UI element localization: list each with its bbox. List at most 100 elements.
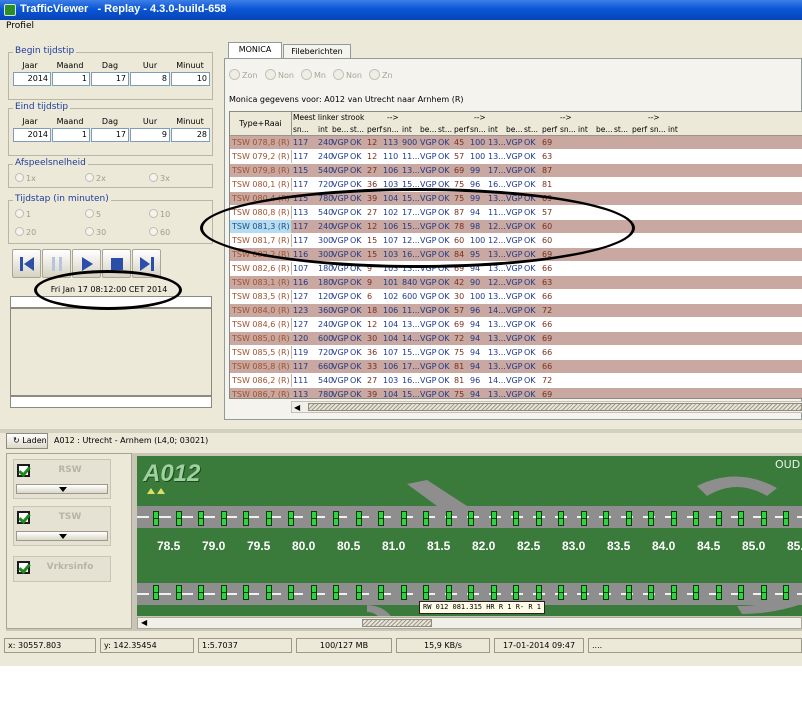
signal-icon[interactable] [468, 592, 474, 600]
tab-fileberichten[interactable]: Fileberichten [283, 44, 351, 58]
column-header[interactable]: perf [454, 125, 469, 134]
signal-icon[interactable] [648, 592, 654, 600]
signal-icon[interactable] [400, 518, 407, 526]
signal-icon[interactable] [490, 518, 497, 526]
begin-hour-input[interactable]: 8 [130, 72, 170, 86]
signal-icon[interactable] [198, 592, 204, 600]
speed-radio-2x[interactable]: 2x [85, 173, 106, 183]
signal-icon[interactable] [738, 592, 744, 600]
layer-tsw[interactable]: TSW [13, 506, 111, 546]
table-row[interactable]: TSW 085,5 (R) 119 720 VGP OK 36 107 15... VGP OK 7… [230, 346, 802, 359]
begin-day-input[interactable]: 17 [91, 72, 129, 86]
table-row[interactable]: TSW 082,6 (R) 107 180 VGP OK 9 103 13... VGP OK 69… [230, 262, 802, 275]
table-row[interactable]: TSW 086,2 (R) 111 540 VGP OK 27 103 16... VGP OK 8… [230, 374, 802, 387]
signal-icon[interactable] [445, 592, 452, 600]
signal-icon[interactable] [693, 518, 699, 526]
column-header[interactable]: perf [542, 125, 557, 134]
signal-icon[interactable] [625, 592, 632, 600]
column-header[interactable]: perf [632, 125, 647, 134]
signal-icon[interactable] [558, 592, 564, 600]
signal-icon[interactable] [715, 592, 722, 600]
column-header[interactable]: sn... [293, 125, 309, 134]
signal-icon[interactable] [760, 518, 767, 526]
column-header[interactable]: st... [614, 125, 628, 134]
signal-icon[interactable] [670, 518, 677, 526]
end-hour-input[interactable]: 9 [130, 128, 170, 142]
step-radio-10[interactable]: 10 [149, 209, 170, 219]
row-id[interactable]: TSW 084,0 (R) [230, 304, 292, 317]
scroll-thumb[interactable] [362, 619, 432, 627]
signal-icon[interactable] [153, 518, 159, 526]
filter-non-1[interactable]: Non [265, 69, 294, 80]
table-row[interactable]: TSW 080,1 (R) 117 720 VGP OK 36 103 15... VGP OK 7… [230, 178, 802, 191]
laden-button[interactable]: ↻ Laden [6, 433, 48, 449]
step-radio-1[interactable]: 1 [15, 209, 31, 219]
scroll-thumb[interactable] [308, 403, 802, 411]
table-row[interactable]: TSW 083,1 (R) 116 180 VGP OK 9 101 840 VGP OK 42 90… [230, 276, 802, 289]
signal-icon[interactable] [693, 592, 699, 600]
signal-icon[interactable] [423, 592, 429, 600]
speed-radio-3x[interactable]: 3x [149, 173, 170, 183]
layer-vrkrsinfo[interactable]: Vrkrsinfo [13, 556, 111, 582]
table-row[interactable]: TSW 080,8 (R) 113 540 VGP OK 27 102 17... VGP OK 8… [230, 206, 802, 219]
scroll-left-icon[interactable]: ◀ [294, 403, 300, 412]
row-id[interactable]: TSW 086,2 (R) [230, 374, 292, 387]
signal-icon[interactable] [648, 518, 654, 526]
signal-icon[interactable] [310, 518, 317, 526]
menu-profiel[interactable]: Profiel [6, 21, 34, 31]
signal-icon[interactable] [625, 518, 632, 526]
layer-rsw[interactable]: RSW [13, 459, 111, 499]
column-header[interactable]: sn... [470, 125, 486, 134]
row-id[interactable]: TSW 086,7 (R) [230, 388, 292, 398]
filter-zn[interactable]: Zn [369, 69, 393, 80]
filter-zon[interactable]: Zon [229, 69, 257, 80]
column-header[interactable]: be... [332, 125, 349, 134]
column-header[interactable]: sn... [560, 125, 576, 134]
tab-monica[interactable]: MONICA [228, 42, 282, 58]
table-row[interactable]: TSW 085,0 (R) 120 600 VGP OK 30 104 14... VGP OK 7… [230, 332, 802, 345]
signal-icon[interactable] [378, 518, 384, 526]
column-header[interactable]: st... [438, 125, 452, 134]
signal-icon[interactable] [603, 518, 609, 526]
type-raai-header[interactable]: Type+Raai [230, 112, 292, 136]
row-id[interactable]: TSW 079,2 (R) [230, 150, 292, 163]
end-month-input[interactable]: 1 [52, 128, 90, 142]
signal-icon[interactable] [175, 592, 182, 600]
step-radio-30[interactable]: 30 [85, 227, 106, 237]
signal-icon[interactable] [535, 518, 542, 526]
signal-icon[interactable] [445, 518, 452, 526]
signal-icon[interactable] [243, 592, 249, 600]
signal-icon[interactable] [220, 592, 227, 600]
table-row[interactable]: TSW 078,8 (R) 117 240 VGP OK 12 113 900 VGP OK 45 1… [230, 136, 802, 149]
row-id[interactable]: TSW 080,8 (R) [230, 206, 292, 219]
row-id[interactable]: TSW 085,8 (R) [230, 360, 292, 373]
speed-radio-1x[interactable]: 1x [15, 173, 36, 183]
signal-icon[interactable] [265, 518, 272, 526]
layer-dropdown[interactable] [16, 531, 108, 541]
signal-icon[interactable] [670, 592, 677, 600]
row-id[interactable]: TSW 078,8 (R) [230, 136, 292, 149]
signal-icon[interactable] [783, 592, 789, 600]
signal-icon[interactable] [490, 592, 497, 600]
table-row[interactable]: TSW 079,2 (R) 117 240 VGP OK 12 110 11... VGP OK 5… [230, 150, 802, 163]
row-id[interactable]: TSW 080,1 (R) [230, 178, 292, 191]
column-header[interactable]: st... [350, 125, 364, 134]
signal-icon[interactable] [783, 518, 789, 526]
pause-button[interactable] [42, 249, 71, 278]
end-minute-input[interactable]: 28 [171, 128, 210, 142]
playback-progress[interactable] [10, 296, 212, 308]
column-header[interactable]: sn... [650, 125, 666, 134]
column-header[interactable]: be... [596, 125, 613, 134]
signal-icon[interactable] [310, 592, 317, 600]
row-id[interactable]: TSW 085,0 (R) [230, 332, 292, 345]
column-header[interactable]: be... [506, 125, 523, 134]
signal-icon[interactable] [220, 518, 227, 526]
row-id[interactable]: TSW 083,5 (R) [230, 290, 292, 303]
signal-icon[interactable] [288, 592, 294, 600]
begin-minute-input[interactable]: 10 [171, 72, 210, 86]
column-header[interactable]: perf [367, 125, 382, 134]
signal-icon[interactable] [243, 518, 249, 526]
column-header[interactable]: int [578, 125, 588, 134]
filter-mn[interactable]: Mn [301, 69, 326, 80]
map-horizontal-scrollbar[interactable]: ◀ [137, 617, 802, 629]
